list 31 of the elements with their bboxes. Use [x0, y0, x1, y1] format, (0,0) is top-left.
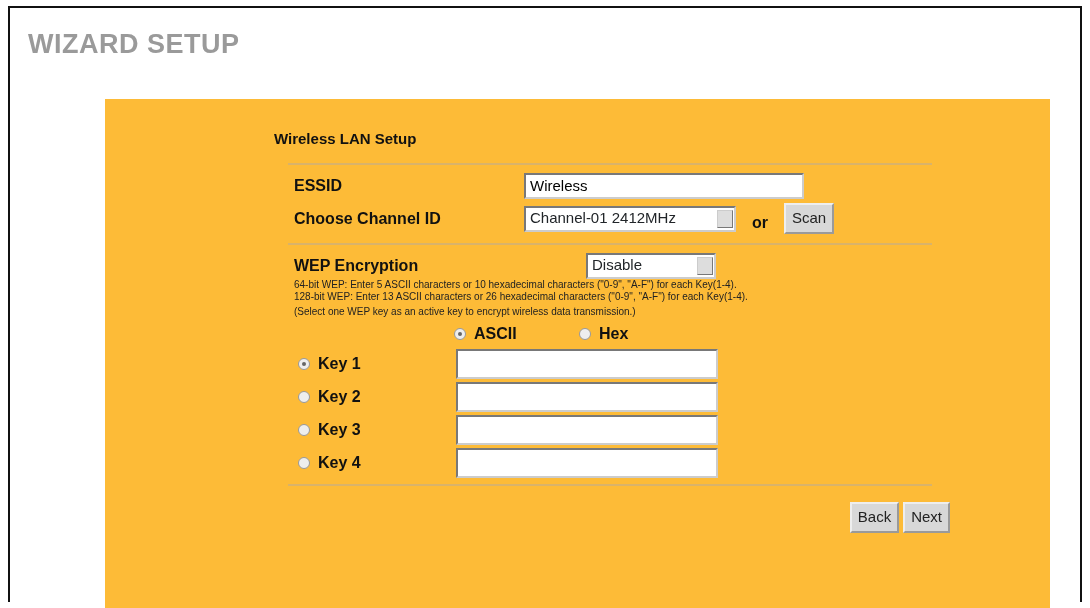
section-title: Wireless LAN Setup: [274, 128, 417, 149]
radio-button[interactable]: [298, 358, 310, 370]
help-text: (Select one WEP key as an active key to encrypt wireless data transmission.): [294, 305, 637, 318]
page-title: WIZARD SETUP: [28, 28, 240, 61]
nav-button[interactable]: Next: [903, 502, 950, 533]
key-field[interactable]: [456, 382, 718, 412]
key-label: Key 4: [318, 453, 361, 473]
radio-button[interactable]: [298, 391, 310, 403]
option-label: ASCII: [474, 324, 517, 344]
key-field[interactable]: [456, 415, 718, 445]
key-field[interactable]: [456, 349, 718, 379]
radio-button[interactable]: [298, 424, 310, 436]
radio-button[interactable]: [454, 328, 466, 340]
scan-button[interactable]: Scan: [784, 203, 835, 234]
radio-button[interactable]: [579, 328, 591, 340]
wep-dropdown[interactable]: Disable: [586, 252, 716, 279]
help-text: 128-bit WEP: Enter 13 ASCII characters or 26 hexadecimal characters ("0-9", "A-F") for each Key(1-4).: [294, 291, 749, 304]
key-label: Key 1: [318, 354, 361, 374]
radio-button[interactable]: [298, 457, 310, 469]
help-text: 64-bit WEP: Enter 5 ASCII characters or 10 hexadecimal characters ("0-9", "A-F") for each Key(1-4).: [294, 278, 738, 291]
channel-dropdown[interactable]: Channel-01 2412MHz: [524, 205, 736, 232]
field-label: WEP Encryption: [294, 255, 420, 276]
essid-field[interactable]: Wireless: [524, 172, 804, 199]
key-field[interactable]: [456, 448, 718, 478]
option-label: Hex: [599, 324, 629, 344]
key-label: Key 3: [318, 420, 361, 440]
field-label: ESSID: [294, 175, 343, 196]
key-label: Key 2: [318, 387, 361, 407]
nav-button[interactable]: Back: [849, 502, 900, 533]
field-label: Choose Channel ID: [294, 208, 442, 229]
separator-text: or: [752, 212, 768, 233]
